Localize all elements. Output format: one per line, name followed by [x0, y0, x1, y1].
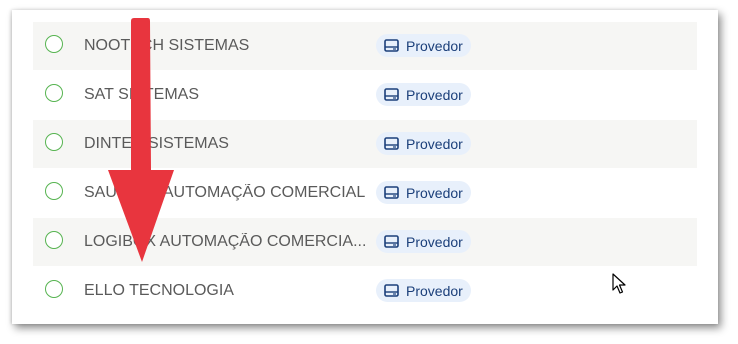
card-icon [384, 88, 399, 101]
radio-button[interactable] [45, 280, 63, 298]
badge-label: Provedor [406, 233, 463, 250]
radio-button[interactable] [45, 182, 63, 200]
card-icon [384, 186, 399, 199]
list-item[interactable]: NOOTECH SISTEMAS Provedor [33, 22, 697, 71]
radio-button[interactable] [45, 133, 63, 151]
list-item[interactable]: SAT SISTEMAS Provedor [33, 71, 697, 120]
provider-name: LOGIBOX AUTOMAÇÃO COMERCIA... [84, 233, 367, 250]
radio-button[interactable] [45, 35, 63, 53]
provider-name: DINTEC SISTEMAS [84, 135, 229, 152]
provider-name: SAT SISTEMAS [84, 86, 199, 103]
card-icon [384, 137, 399, 150]
badge-label: Provedor [406, 86, 463, 103]
list-item[interactable]: ELLO TECNOLOGIA Provedor [33, 267, 697, 316]
mouse-pointer-icon [612, 273, 626, 294]
card-icon [384, 39, 399, 52]
provider-name: ELLO TECNOLOGIA [84, 282, 234, 299]
provider-type-badge: Provedor [376, 279, 471, 302]
provider-type-badge: Provedor [376, 34, 471, 57]
list-item[interactable]: LOGIBOX AUTOMAÇÃO COMERCIA... Provedor [33, 218, 697, 267]
badge-label: Provedor [406, 135, 463, 152]
badge-label: Provedor [406, 37, 463, 54]
badge-label: Provedor [406, 282, 463, 299]
provider-list: NOOTECH SISTEMAS Provedor SAT SISTEMAS P… [33, 22, 697, 316]
radio-button[interactable] [45, 84, 63, 102]
list-item[interactable]: DINTEC SISTEMAS Provedor [33, 120, 697, 169]
provider-type-badge: Provedor [376, 83, 471, 106]
radio-button[interactable] [45, 231, 63, 249]
provider-name: SAUTOS - AUTOMAÇÃO COMERCIAL [84, 184, 366, 201]
card-icon [384, 284, 399, 297]
card-icon [384, 235, 399, 248]
provider-type-badge: Provedor [376, 230, 471, 253]
badge-label: Provedor [406, 184, 463, 201]
list-item[interactable]: SAUTOS - AUTOMAÇÃO COMERCIAL Provedor [33, 169, 697, 218]
provider-name: NOOTECH SISTEMAS [84, 37, 250, 54]
provider-type-badge: Provedor [376, 181, 471, 204]
provider-type-badge: Provedor [376, 132, 471, 155]
